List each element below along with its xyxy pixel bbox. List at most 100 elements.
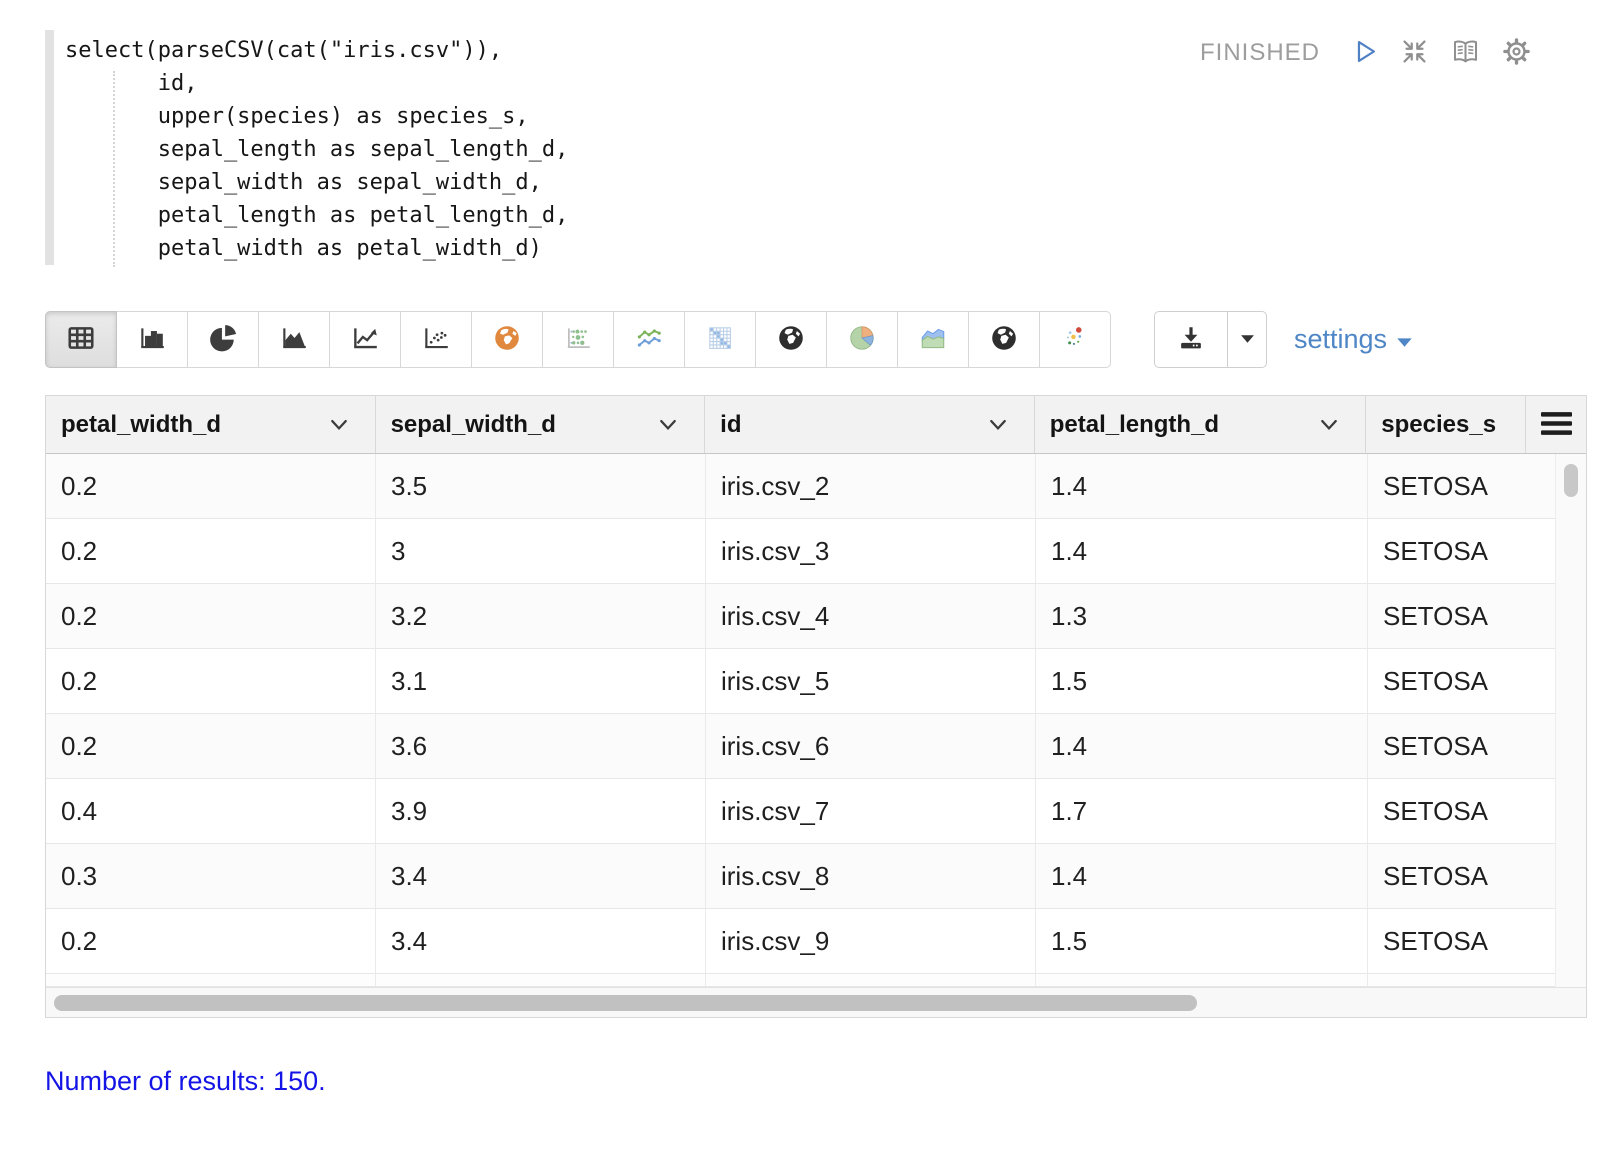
column-label: petal_length_d: [1050, 411, 1219, 439]
chart-type-scatter-button[interactable]: [400, 311, 472, 368]
area-colored-icon: [918, 323, 948, 356]
column-header[interactable]: id: [705, 396, 1035, 453]
chart-type-map-button[interactable]: [471, 311, 543, 368]
download-button[interactable]: [1154, 311, 1228, 368]
table-body: 0.23.5iris.csv_21.4SETOSA0.23iris.csv_31…: [46, 454, 1586, 987]
table-row: 0.23.6iris.csv_61.4SETOSA: [46, 714, 1586, 779]
column-sort-chevron-icon[interactable]: [989, 419, 1007, 431]
chart-type-table-button[interactable]: [45, 311, 117, 368]
table-cell: iris.csv_6: [706, 714, 1036, 778]
table-cell: SETOSA: [1368, 844, 1556, 908]
chart-type-bar-button[interactable]: [116, 311, 188, 368]
table-cell: 1.4: [1036, 519, 1368, 583]
column-header[interactable]: sepal_width_d: [376, 396, 706, 453]
gear-icon: [1501, 36, 1532, 70]
notebook-paragraph: select(parseCSV(cat("iris.csv")), id, up…: [0, 0, 1624, 1172]
column-sort-chevron-icon[interactable]: [659, 419, 677, 431]
table-cell: 0.2: [46, 649, 376, 713]
column-sort-chevron-icon[interactable]: [1320, 419, 1338, 431]
collapse-output-button[interactable]: [1399, 36, 1430, 70]
line-chart-icon: [350, 323, 380, 356]
code-editor[interactable]: select(parseCSV(cat("iris.csv")), id, up…: [65, 30, 568, 265]
table-cell: 3.1: [376, 649, 706, 713]
paragraph-controls: FINISHED: [1200, 36, 1532, 70]
column-header[interactable]: petal_width_d: [46, 396, 376, 453]
horizontal-scrollbar-thumb[interactable]: [54, 995, 1197, 1011]
chart-type-bubble-button[interactable]: [542, 311, 614, 368]
chart-type-globe1-button[interactable]: [755, 311, 827, 368]
table-row: 0.23.5iris.csv_21.4SETOSA: [46, 454, 1586, 519]
chart-type-line-button[interactable]: [329, 311, 401, 368]
table-cell: 0.2: [46, 454, 376, 518]
paragraph-settings-button[interactable]: [1501, 36, 1532, 70]
column-label: id: [720, 411, 741, 439]
area-chart-icon: [279, 323, 309, 356]
table-menu-button[interactable]: [1526, 396, 1586, 453]
horizontal-scrollbar[interactable]: [46, 987, 1586, 1017]
results-count: Number of results: 150.: [45, 1066, 1624, 1097]
table-row: 0.23.4iris.csv_91.5SETOSA: [46, 909, 1586, 974]
heatmap-icon: [705, 323, 735, 356]
download-options-button[interactable]: [1227, 311, 1267, 368]
table-cell: 3.4: [376, 909, 706, 973]
table-cell: SETOSA: [1368, 649, 1556, 713]
table-row: 0.23iris.csv_31.4SETOSA: [46, 519, 1586, 584]
table-cell: [46, 974, 376, 986]
chart-type-pie-colored-button[interactable]: [826, 311, 898, 368]
column-header[interactable]: species_s: [1366, 396, 1526, 453]
table-cell: SETOSA: [1368, 454, 1556, 518]
settings-link-label: settings: [1294, 324, 1387, 355]
table-cell: 3: [376, 519, 706, 583]
editor-gutter-bar: [45, 30, 54, 265]
column-header[interactable]: petal_length_d: [1035, 396, 1367, 453]
table-cell: 1.4: [1036, 844, 1368, 908]
vertical-scrollbar-thumb[interactable]: [1564, 464, 1578, 497]
table-cell: [376, 974, 706, 986]
line-point-chart-icon: [634, 323, 664, 356]
chart-type-area-button[interactable]: [258, 311, 330, 368]
table-cell: [1368, 974, 1556, 986]
chart-type-globe2-button[interactable]: [968, 311, 1040, 368]
table-cell: SETOSA: [1368, 779, 1556, 843]
table-cell: 0.2: [46, 909, 376, 973]
table-cell: SETOSA: [1368, 584, 1556, 648]
table-cell: 1.7: [1036, 779, 1368, 843]
table-cell: iris.csv_8: [706, 844, 1036, 908]
book-icon: [1449, 36, 1482, 70]
hamburger-icon: [1541, 411, 1572, 439]
display-settings-toggle[interactable]: settings: [1294, 324, 1413, 355]
chart-type-line-point-button[interactable]: [613, 311, 685, 368]
table-row: 0.33.4iris.csv_81.4SETOSA: [46, 844, 1586, 909]
table-cell: 0.4: [46, 779, 376, 843]
chart-type-scatter-colored-button[interactable]: [1039, 311, 1111, 368]
table-cell: 0.2: [46, 519, 376, 583]
table-cell: 3.4: [376, 844, 706, 908]
table-cell: 0.2: [46, 714, 376, 778]
table-cell: iris.csv_9: [706, 909, 1036, 973]
table-cell: iris.csv_5: [706, 649, 1036, 713]
table-cell: 1.5: [1036, 649, 1368, 713]
vertical-scrollbar[interactable]: [1555, 454, 1586, 987]
download-button-group: [1154, 311, 1267, 368]
bubble-chart-icon: [563, 323, 593, 356]
table-cell: iris.csv_7: [706, 779, 1036, 843]
table-row: 0.23.2iris.csv_41.3SETOSA: [46, 584, 1586, 649]
chart-type-pie-button[interactable]: [187, 311, 259, 368]
chart-type-heatmap-button[interactable]: [684, 311, 756, 368]
chart-type-group: [45, 311, 1111, 368]
table-header-row: petal_width_d sepal_width_d id petal_len…: [46, 396, 1586, 454]
chevron-down-icon: [1240, 332, 1255, 347]
table-cell: 1.5: [1036, 909, 1368, 973]
scatter-colored-icon: [1060, 323, 1090, 356]
download-icon: [1176, 323, 1206, 356]
column-sort-chevron-icon[interactable]: [330, 419, 348, 431]
table-cell: SETOSA: [1368, 519, 1556, 583]
compress-icon: [1399, 36, 1430, 70]
toggle-editor-button[interactable]: [1449, 36, 1482, 70]
chart-type-area-colored-button[interactable]: [897, 311, 969, 368]
table-cell: SETOSA: [1368, 909, 1556, 973]
run-button[interactable]: [1349, 36, 1380, 70]
table-cell: iris.csv_4: [706, 584, 1036, 648]
column-label: petal_width_d: [61, 411, 221, 439]
table-cell: 3.2: [376, 584, 706, 648]
